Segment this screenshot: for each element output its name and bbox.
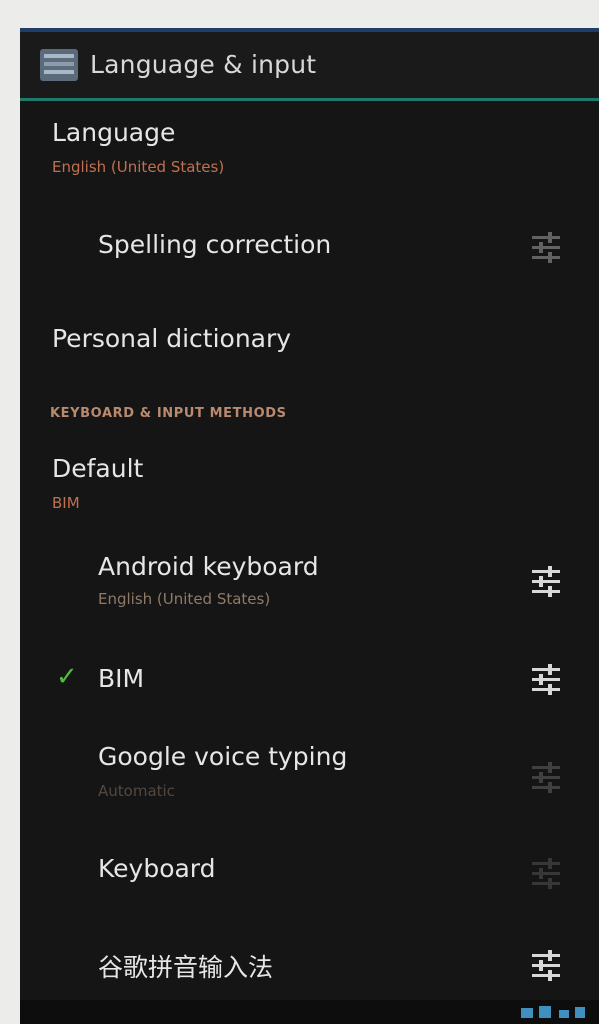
settings-app-icon[interactable] <box>38 46 80 84</box>
action-bar-divider <box>20 98 599 101</box>
android-keyboard-summary: English (United States) <box>98 590 271 608</box>
language-title: Language <box>52 118 176 147</box>
personal-dictionary-item[interactable]: Personal dictionary <box>20 306 599 376</box>
input-method-android-keyboard[interactable]: Android keyboard English (United States) <box>20 538 599 628</box>
keyboard-title: Keyboard <box>98 854 216 883</box>
default-input-item[interactable]: Default BIM <box>20 440 599 524</box>
keyboard-settings-icon[interactable] <box>528 854 564 892</box>
google-voice-settings-icon[interactable] <box>528 758 564 796</box>
action-bar: Language & input <box>20 32 599 98</box>
spelling-correction-title: Spelling correction <box>98 230 332 259</box>
language-summary: English (United States) <box>52 158 225 176</box>
android-keyboard-settings-icon[interactable] <box>528 562 564 600</box>
language-item[interactable]: Language English (United States) <box>20 108 599 192</box>
input-method-keyboard[interactable]: Keyboard <box>20 838 599 918</box>
bim-title: BIM <box>98 664 145 693</box>
google-voice-title: Google voice typing <box>98 742 348 771</box>
bim-settings-icon[interactable] <box>528 660 564 698</box>
input-method-bim[interactable]: ✓ BIM <box>20 644 599 724</box>
photo-background: Language & input Language English (Unite… <box>0 0 599 1024</box>
system-bar <box>20 1000 599 1024</box>
google-pinyin-title: 谷歌拼音输入法 <box>98 953 274 982</box>
personal-dictionary-title: Personal dictionary <box>52 324 292 353</box>
spelling-correction-item[interactable]: Spelling correction <box>20 208 599 288</box>
keyboard-section-header: KEYBOARD & INPUT METHODS <box>50 406 287 421</box>
spelling-settings-icon[interactable] <box>528 228 564 266</box>
device-screen: Language & input Language English (Unite… <box>20 28 599 1024</box>
google-pinyin-settings-icon[interactable] <box>528 946 564 984</box>
status-icons <box>521 1006 585 1018</box>
android-keyboard-title: Android keyboard <box>98 552 319 581</box>
input-method-google-voice[interactable]: Google voice typing Automatic <box>20 730 599 826</box>
default-summary: BIM <box>52 494 80 512</box>
checkmark-icon: ✓ <box>56 662 78 692</box>
page-title: Language & input <box>90 50 317 79</box>
google-voice-summary: Automatic <box>98 782 175 800</box>
default-title: Default <box>52 454 144 483</box>
